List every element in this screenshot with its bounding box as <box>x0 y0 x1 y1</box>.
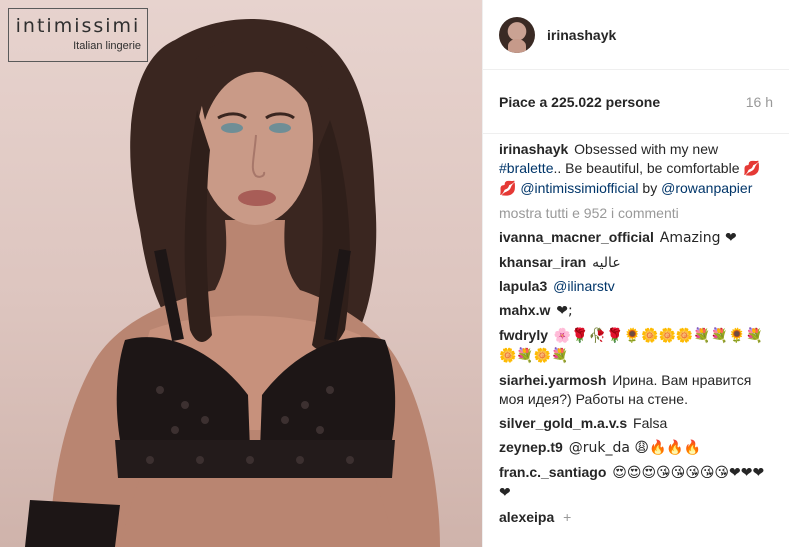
comment-item: zeynep.t9 @ruk_da 😩🔥🔥🔥 <box>499 438 773 458</box>
comment-text: ❤; <box>556 303 573 319</box>
show-all-comments-link[interactable]: mostra tutti e 952 i commenti <box>499 205 773 221</box>
comment-item: khansar_iran عاليه <box>499 253 773 272</box>
comment-item: siarhei.yarmosh Ирина. Вам нравится моя … <box>499 371 773 409</box>
comment-text: + <box>563 509 572 525</box>
caption-text-3: by <box>642 180 658 196</box>
comment-item: alexeipa + <box>499 508 773 527</box>
post-photo[interactable]: intimissimi Italian lingerie <box>0 0 482 547</box>
comment-user[interactable]: alexeipa <box>499 509 554 525</box>
instagram-post: intimissimi Italian lingerie irinashayk … <box>0 0 789 547</box>
comment-item: fran.c._santiago 😍😍😍😘😘😘😘😘❤❤❤❤ <box>499 463 773 503</box>
brand-name: intimissimi <box>15 15 141 37</box>
mention-link[interactable]: @intimissimiofficial <box>520 180 638 196</box>
comment-text: Amazing ❤ <box>659 230 737 246</box>
comment-text: @ruk_da 😩🔥🔥🔥 <box>568 440 702 456</box>
brand-logo: intimissimi Italian lingerie <box>8 8 148 62</box>
comment-user[interactable]: siarhei.yarmosh <box>499 372 606 388</box>
comment-user[interactable]: ivanna_macner_official <box>499 229 654 245</box>
comment-mention-link[interactable]: @ilinarstv <box>553 278 615 294</box>
comment-text: Falsa <box>633 415 668 431</box>
comment-item: fwdryly 🌸🌹🥀🌹🌻🌼🌼🌼💐💐🌻💐🌼💐🌼💐 <box>499 326 773 366</box>
comment-text: عاليه <box>592 254 621 270</box>
post-side-panel: irinashayk Piace a 225.022 persone 16 h … <box>482 0 789 547</box>
comment-user[interactable]: khansar_iran <box>499 254 586 270</box>
header-username[interactable]: irinashayk <box>547 27 616 43</box>
comments-list: irinashayk Obsessed with my new #bralett… <box>483 134 789 527</box>
avatar[interactable] <box>499 16 535 53</box>
comment-user[interactable]: lapula3 <box>499 278 547 294</box>
caption-text: Obsessed with my new <box>574 141 719 157</box>
comment-item: silver_gold_m.a.v.s Falsa <box>499 414 773 433</box>
brand-tagline: Italian lingerie <box>73 40 141 52</box>
comment-user[interactable]: mahx.w <box>499 302 550 318</box>
comment-item: ivanna_macner_official Amazing ❤ <box>499 228 773 248</box>
comment-item: lapula3 @ilinarstv <box>499 277 773 296</box>
likes-count[interactable]: Piace a 225.022 persone <box>499 94 660 110</box>
comment-user[interactable]: zeynep.t9 <box>499 439 563 455</box>
mention-link-2[interactable]: @rowanpapier <box>661 180 752 196</box>
post-header: irinashayk <box>483 0 789 70</box>
likes-row: Piace a 225.022 persone 16 h <box>483 70 789 134</box>
comment-item: mahx.w ❤; <box>499 301 773 321</box>
caption-text-2: .. Be beautiful, be comfortable <box>553 160 740 176</box>
model-photo-illustration <box>25 18 440 547</box>
comment-user[interactable]: fwdryly <box>499 327 548 343</box>
caption: irinashayk Obsessed with my new #bralett… <box>499 140 773 199</box>
hashtag-link[interactable]: #bralette <box>499 160 553 176</box>
post-time[interactable]: 16 h <box>746 94 773 110</box>
caption-user[interactable]: irinashayk <box>499 141 568 157</box>
comment-user[interactable]: fran.c._santiago <box>499 464 606 480</box>
comment-user[interactable]: silver_gold_m.a.v.s <box>499 415 627 431</box>
